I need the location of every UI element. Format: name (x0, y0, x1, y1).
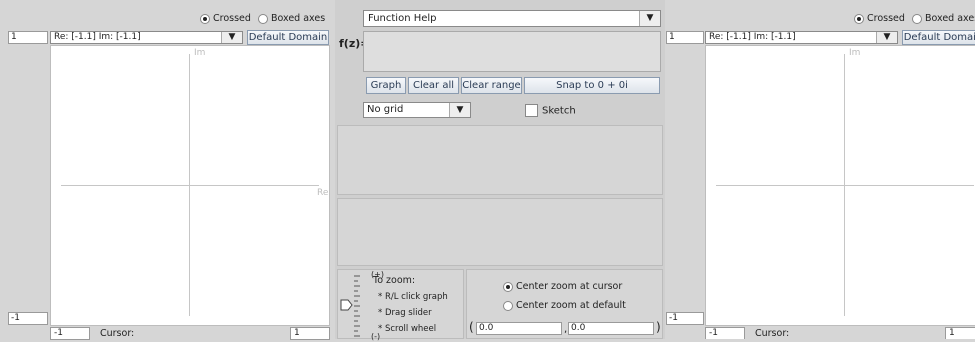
center-zoom-cursor-label: Center zoom at cursor (516, 281, 623, 292)
left-default-domain-button[interactable]: Default Domain (247, 30, 329, 45)
zoom-slider-thumb[interactable] (340, 299, 353, 311)
function-help-label: Function Help (368, 13, 437, 24)
snap-button[interactable]: Snap to 0 + 0i (524, 77, 660, 94)
right-xmax-field[interactable]: 1 (945, 327, 975, 339)
right-ymin-value: -1 (669, 313, 678, 323)
left-cursor-label: Cursor: (100, 328, 135, 339)
zoom-hint-scroll: * Scroll wheel (378, 324, 437, 334)
center-zoom-cursor-option[interactable]: Center zoom at cursor (503, 281, 622, 292)
graph-button-label: Graph (370, 80, 402, 91)
right-xmin-field[interactable]: -1 (705, 327, 745, 339)
zoom-re-input[interactable]: 0.0 (476, 322, 562, 335)
center-panel-upper (337, 125, 663, 195)
left-xmin-value: -1 (54, 328, 63, 338)
chevron-down-icon: ▼ (876, 32, 897, 43)
left-crossed-radio[interactable] (200, 13, 210, 24)
left-range-select[interactable]: Re: [-1.1] Im: [-1.1] ▼ (50, 31, 243, 44)
left-default-domain-label: Default Domain (248, 32, 328, 43)
left-axes-mode: Crossed Boxed axes (200, 13, 332, 27)
clear-all-button-label: Clear all (412, 80, 454, 91)
zoom-center-panel: Center zoom at cursor Center zoom at def… (466, 269, 663, 339)
left-re-label: Re (317, 188, 329, 198)
right-ymax-field[interactable]: 1 (666, 31, 704, 44)
center-zoom-default-option[interactable]: Center zoom at default (503, 300, 626, 311)
right-boxed-radio[interactable] (911, 13, 922, 24)
right-crossed-radio[interactable] (854, 13, 864, 24)
zoom-slider-ticks (354, 275, 360, 337)
right-ymin-field[interactable]: -1 (666, 312, 704, 325)
left-xmax-field[interactable]: 1 (290, 327, 330, 340)
right-boxed-label: Boxed axes (924, 13, 975, 24)
left-ymin-field[interactable]: -1 (8, 312, 48, 325)
coord-comma: , (564, 324, 568, 335)
chevron-down-icon: ▼ (639, 11, 660, 26)
left-ymax-value: 1 (11, 32, 17, 42)
center-panel: Function Help ▼ f(z)= Graph Clear all Cl… (335, 0, 665, 342)
chevron-down-icon: ▼ (221, 32, 242, 43)
right-xmax-value: 1 (949, 328, 955, 338)
zoom-hint-drag: * Drag slider (378, 308, 432, 318)
zoom-re-value: 0.0 (479, 323, 494, 333)
sketch-toggle[interactable]: Sketch (525, 104, 576, 117)
right-default-domain-label: Default Domain (903, 32, 975, 43)
right-range-select[interactable]: Re: [-1.1] Im: [-1.1] ▼ (705, 31, 898, 44)
zoom-minus-label: (-) (371, 332, 381, 341)
clear-range-button-label: Clear range (462, 80, 521, 91)
right-default-domain-button[interactable]: Default Domain (902, 30, 975, 45)
clear-all-button[interactable]: Clear all (408, 77, 459, 94)
left-ymin-value: -1 (11, 313, 20, 323)
clear-range-button[interactable]: Clear range (461, 77, 522, 94)
sketch-checkbox[interactable] (525, 104, 538, 117)
left-boxed-radio[interactable] (257, 13, 268, 24)
left-xmin-field[interactable]: -1 (50, 327, 90, 340)
zoom-im-input[interactable]: 0.0 (568, 322, 654, 335)
left-re-axis (61, 185, 319, 186)
grid-select-label: No grid (367, 104, 404, 115)
right-crossed-label: Crossed (867, 13, 905, 24)
fz-input[interactable] (363, 31, 661, 72)
coord-close-paren: ) (656, 320, 661, 334)
center-panel-lower (337, 198, 663, 266)
right-cursor-label: Cursor: (755, 328, 790, 339)
left-im-label: Im (194, 48, 206, 58)
sketch-label: Sketch (542, 105, 576, 117)
right-xmin-value: -1 (709, 328, 718, 338)
right-axes-mode: Crossed Boxed axes (854, 13, 975, 27)
grid-select[interactable]: No grid ▼ (363, 102, 471, 118)
center-zoom-default-label: Center zoom at default (516, 300, 626, 311)
zoom-title: To zoom: (373, 275, 416, 286)
left-crossed-label: Crossed (213, 13, 251, 24)
right-ymax-value: 1 (669, 32, 675, 42)
right-im-label: Im (849, 48, 861, 58)
right-range-text: Re: [-1.1] Im: [-1.1] (709, 32, 796, 42)
coord-open-paren: ( (469, 320, 474, 334)
chevron-down-icon: ▼ (449, 103, 470, 117)
center-zoom-default-radio[interactable] (503, 300, 513, 311)
left-plot-area[interactable]: Im Re (50, 45, 330, 326)
zoom-hint-click: * R/L click graph (378, 292, 448, 302)
left-graph-panel: Crossed Boxed axes 1 Re: [-1.1] Im: [-1.… (0, 0, 333, 340)
left-range-text: Re: [-1.1] Im: [-1.1] (54, 32, 141, 42)
left-xmax-value: 1 (294, 328, 300, 338)
center-zoom-cursor-radio[interactable] (503, 281, 513, 292)
function-help-select[interactable]: Function Help ▼ (363, 10, 661, 27)
snap-button-label: Snap to 0 + 0i (556, 80, 628, 91)
zoom-slider[interactable] (340, 272, 370, 342)
zoom-help-panel: (+) To zoom: * R/L click graph * Drag sl… (337, 269, 464, 342)
right-graph-panel: Crossed Boxed axes 1 Re: [-1.1] Im: [-1.… (666, 0, 975, 339)
graph-button[interactable]: Graph (366, 77, 406, 94)
left-ymax-field[interactable]: 1 (8, 31, 48, 44)
left-boxed-label: Boxed axes (270, 13, 326, 24)
right-re-axis (716, 185, 974, 186)
zoom-im-value: 0.0 (571, 323, 586, 333)
right-plot-area[interactable]: Im (705, 45, 975, 326)
